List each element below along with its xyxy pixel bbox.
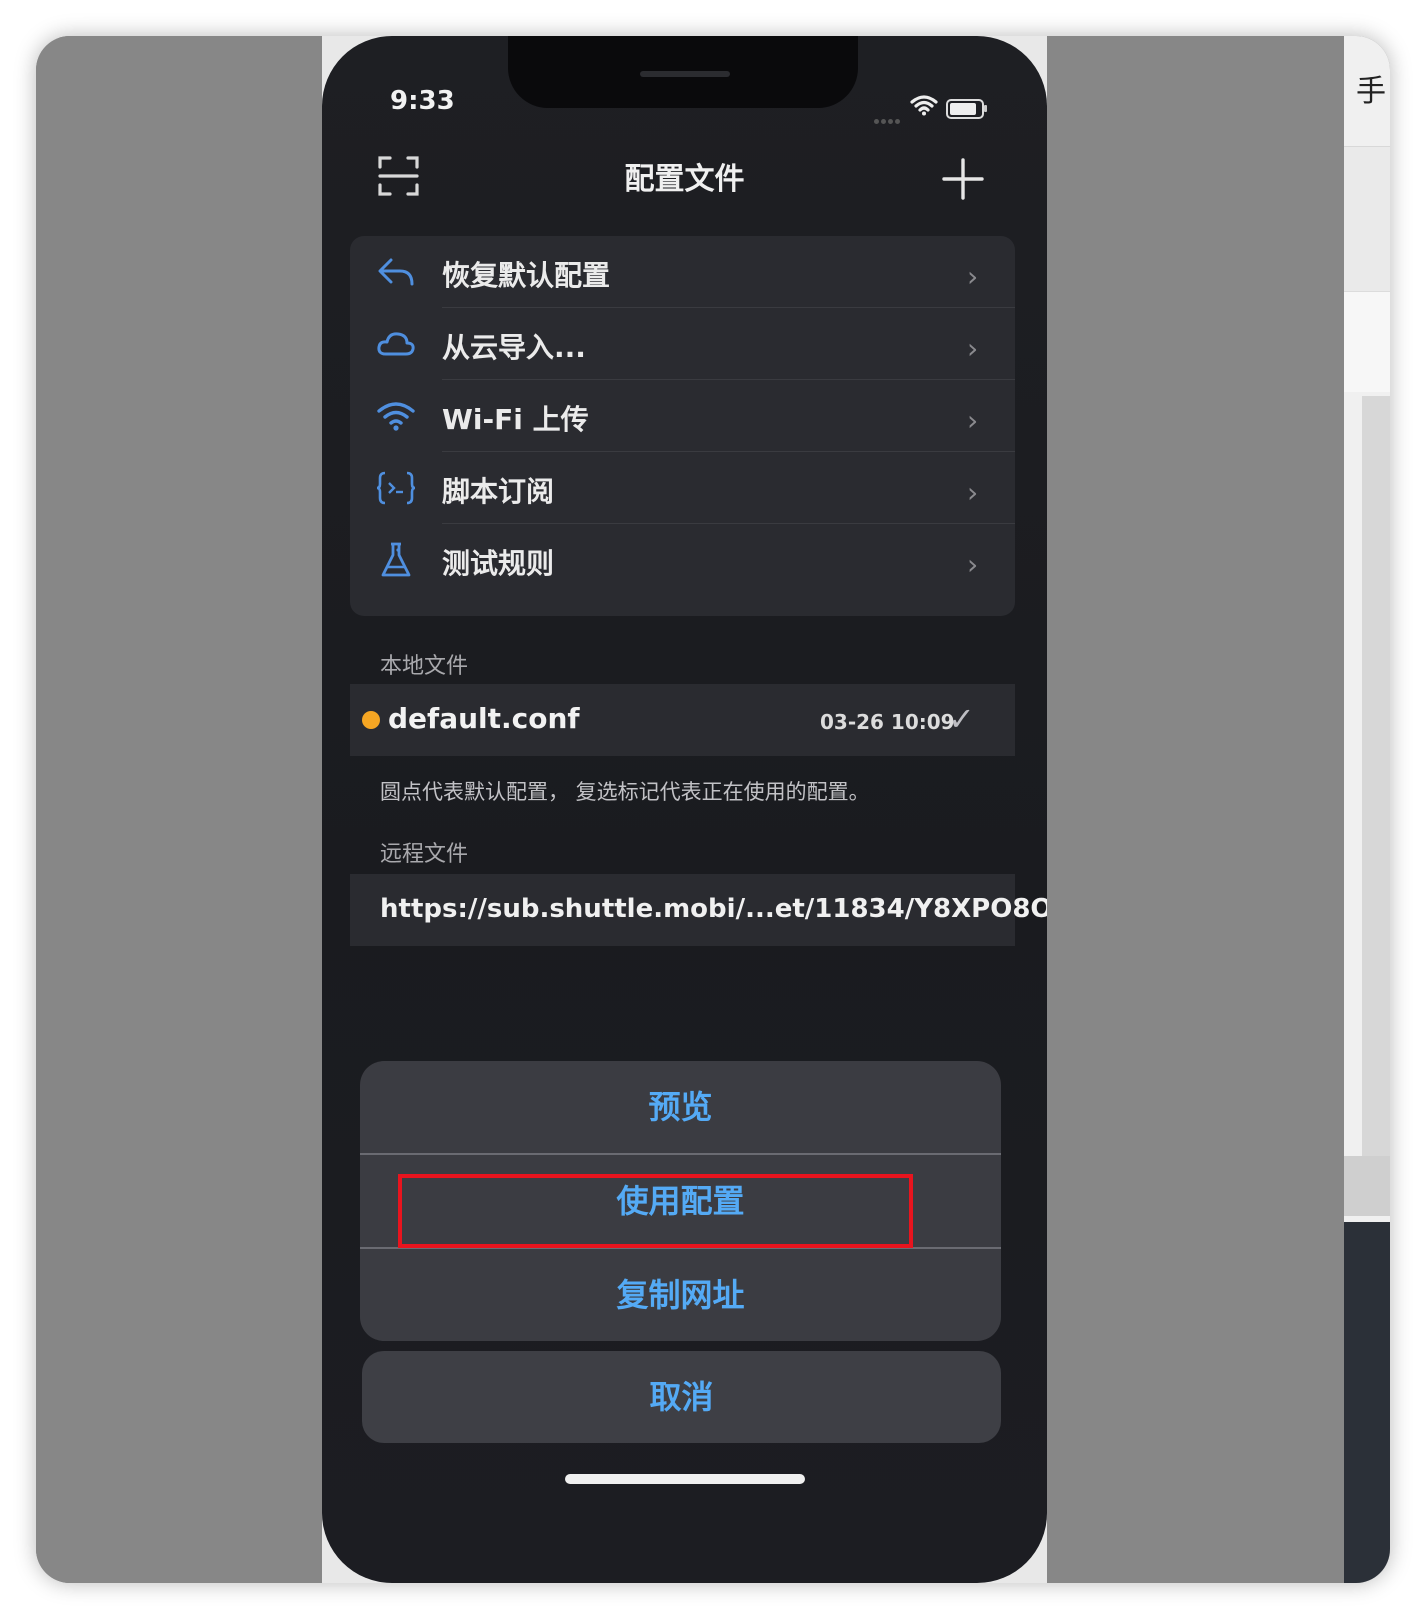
battery-icon	[946, 99, 984, 119]
file-name: default.conf	[388, 702, 580, 735]
right-backdrop	[1047, 36, 1344, 1583]
chevron-right-icon: ›	[967, 404, 979, 437]
wifi-icon	[377, 402, 415, 431]
menu-item-label: 测试规则	[442, 547, 555, 580]
undo-arrow-icon	[378, 258, 414, 286]
menu-item-wifi-upload[interactable]: Wi-Fi 上传 ›	[350, 380, 1015, 452]
side-panel-char: 手	[1356, 74, 1386, 109]
battery-nub	[984, 105, 987, 112]
cloud-icon	[377, 332, 415, 356]
menu-item-label: Wi-Fi 上传	[442, 403, 589, 436]
chevron-right-icon: ›	[967, 260, 979, 293]
menu-group: 恢复默认配置 › 从云导入... › Wi-Fi 上传 › 脚本订阅 › 测试规…	[350, 236, 1015, 616]
chevron-right-icon: ›	[967, 476, 979, 509]
speaker	[640, 71, 730, 77]
menu-item-label: 脚本订阅	[442, 475, 555, 508]
side-bar	[1344, 1156, 1390, 1216]
plus-icon[interactable]	[940, 156, 986, 202]
side-card	[1344, 146, 1390, 292]
highlight-box	[398, 1174, 913, 1248]
menu-item-label: 恢复默认配置	[442, 259, 611, 292]
menu-item-import-cloud[interactable]: 从云导入... ›	[350, 308, 1015, 380]
home-indicator[interactable]	[565, 1474, 805, 1484]
signal-icon	[874, 109, 904, 124]
local-files-footnote: 圆点代表默认配置， 复选标记代表正在使用的配置。	[380, 780, 870, 804]
default-dot-icon	[362, 711, 380, 729]
side-dark-block	[1344, 1222, 1390, 1583]
copy-url-button[interactable]: 复制网址	[360, 1249, 1001, 1341]
menu-item-script-subscription[interactable]: 脚本订阅 ›	[350, 452, 1015, 524]
local-file-row[interactable]: default.conf 03-26 10:09 ✓	[350, 684, 1015, 756]
wifi-status-icon	[910, 95, 938, 116]
file-timestamp: 03-26 10:09	[820, 710, 955, 734]
remote-files-header: 远程文件	[380, 842, 469, 867]
left-backdrop	[36, 36, 322, 1583]
script-braces-icon	[376, 471, 416, 505]
chevron-right-icon: ›	[967, 548, 979, 581]
remote-url: https://sub.shuttle.mobi/...et/11834/Y8X…	[380, 894, 1047, 924]
preview-button[interactable]: 预览	[360, 1061, 1001, 1153]
local-files-header: 本地文件	[380, 654, 469, 679]
phone-screen: 9:33 配置文件 恢复默认配置 › 从云导入... › Wi-Fi 上传 › …	[322, 36, 1047, 1583]
status-time: 9:33	[390, 86, 455, 116]
menu-item-test-rules[interactable]: 测试规则 ›	[350, 524, 1015, 596]
side-bar	[1344, 291, 1390, 392]
checkmark-icon: ✓	[948, 700, 975, 738]
screenshot-window: 手 9:33 配置文件 恢复默认配置 › 从云导入... › Wi-Fi 上传 …	[36, 36, 1390, 1583]
side-scrollbar[interactable]	[1362, 396, 1390, 1156]
menu-item-label: 从云导入...	[442, 331, 586, 364]
menu-item-restore-default[interactable]: 恢复默认配置 ›	[350, 236, 1015, 308]
flask-icon	[381, 542, 411, 577]
remote-file-row[interactable]: https://sub.shuttle.mobi/...et/11834/Y8X…	[350, 874, 1047, 946]
nav-title: 配置文件	[624, 162, 745, 197]
side-panel: 手	[1344, 36, 1390, 1583]
cancel-button[interactable]: 取消	[362, 1351, 1001, 1443]
chevron-right-icon: ›	[967, 332, 979, 365]
